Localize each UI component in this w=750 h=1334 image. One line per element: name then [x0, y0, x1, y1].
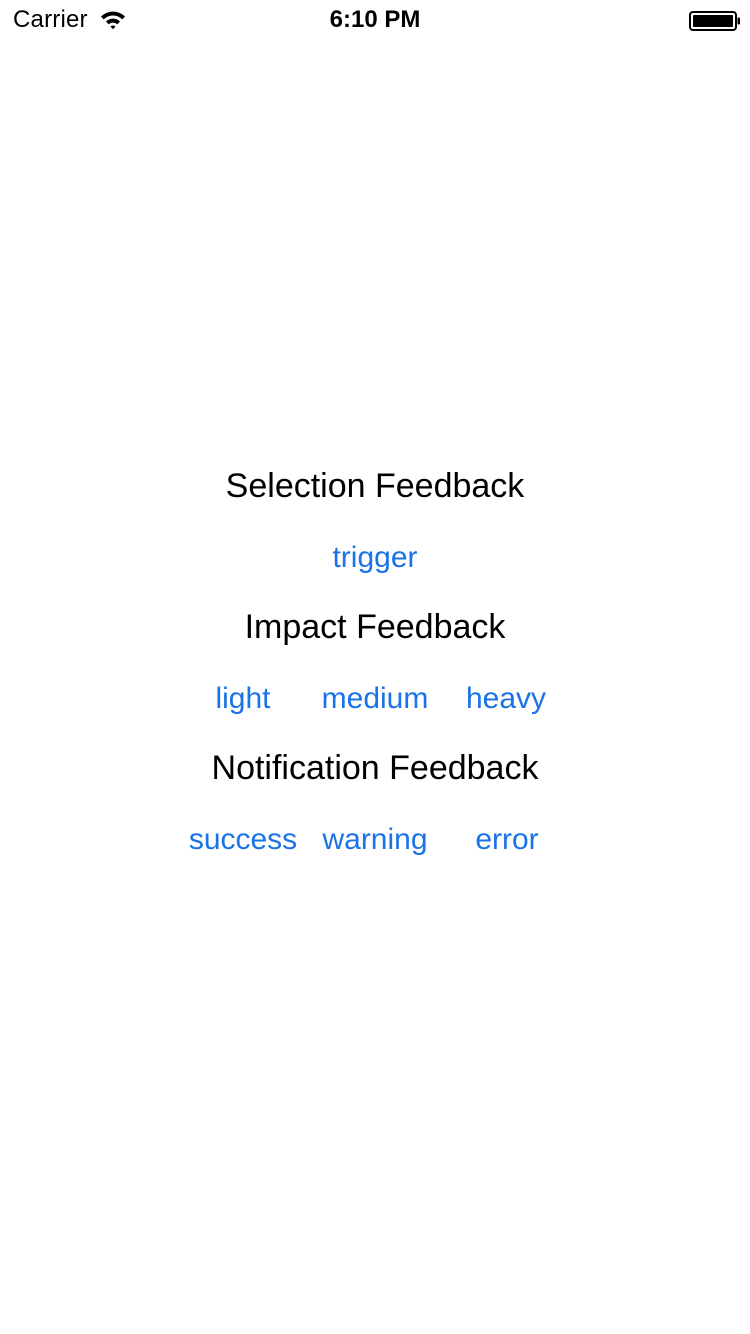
light-button[interactable]: light	[188, 681, 298, 717]
medium-button[interactable]: medium	[313, 681, 437, 717]
impact-feedback-title: Impact Feedback	[244, 608, 506, 646]
selection-feedback-title: Selection Feedback	[225, 467, 525, 505]
battery-full-icon	[689, 11, 740, 31]
warning-button[interactable]: warning	[313, 822, 437, 858]
success-button[interactable]: success	[182, 822, 304, 858]
status-bar: Carrier 6:10 PM	[0, 0, 750, 40]
error-button[interactable]: error	[452, 822, 562, 858]
status-time: 6:10 PM	[329, 6, 421, 33]
trigger-button[interactable]: trigger	[315, 540, 435, 576]
heavy-button[interactable]: heavy	[451, 681, 561, 717]
notification-feedback-title: Notification Feedback	[211, 749, 539, 787]
